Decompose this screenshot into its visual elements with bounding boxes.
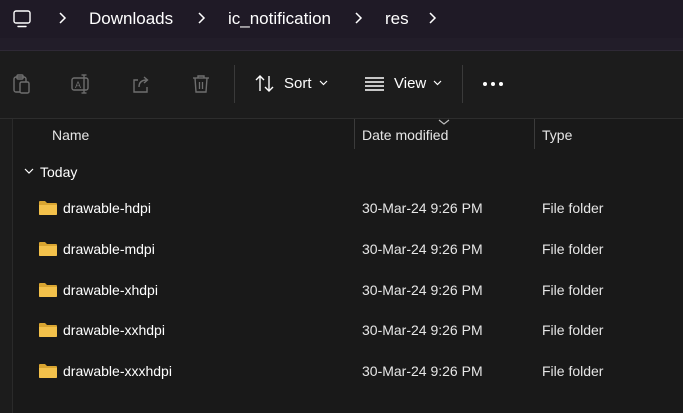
file-type: File folder <box>542 322 604 338</box>
navigation-pane-edge <box>0 119 13 413</box>
file-type: File folder <box>542 363 604 379</box>
sort-button[interactable]: Sort <box>254 69 334 99</box>
delete-icon[interactable] <box>190 73 212 95</box>
column-header-type[interactable]: Type <box>542 126 572 144</box>
folder-icon <box>39 201 57 215</box>
breadcrumb-item-downloads[interactable]: Downloads <box>89 8 173 30</box>
file-date: 30-Mar-24 9:26 PM <box>362 363 483 379</box>
file-name: drawable-xhdpi <box>63 282 158 298</box>
view-button[interactable]: View <box>364 69 446 99</box>
share-icon[interactable] <box>130 73 152 95</box>
more-dots-icon[interactable] <box>480 75 506 93</box>
group-label: Today <box>40 164 78 180</box>
breadcrumb-item-ic-notification[interactable]: ic_notification <box>228 8 331 30</box>
file-name: drawable-hdpi <box>63 200 151 216</box>
file-type: File folder <box>542 241 604 257</box>
view-icon <box>365 77 384 91</box>
list-item[interactable]: drawable-xxhdpi 30-Mar-24 9:26 PM File f… <box>22 310 682 348</box>
list-item[interactable]: drawable-hdpi 30-Mar-24 9:26 PM File fol… <box>22 188 682 226</box>
address-bar-strip <box>0 38 683 50</box>
column-separator[interactable] <box>354 119 355 149</box>
file-date: 30-Mar-24 9:26 PM <box>362 241 483 257</box>
sort-label: Sort <box>284 75 312 92</box>
view-label: View <box>394 75 427 92</box>
rename-icon[interactable]: A <box>70 73 92 95</box>
sort-indicator-icon <box>438 119 450 125</box>
file-name: drawable-xxhdpi <box>63 322 165 338</box>
chevron-right-icon[interactable] <box>195 8 209 28</box>
column-separator[interactable] <box>534 119 535 149</box>
file-date: 30-Mar-24 9:26 PM <box>362 282 483 298</box>
paste-icon[interactable] <box>10 73 32 95</box>
chevron-right-icon[interactable] <box>352 8 366 28</box>
breadcrumb-item-res[interactable]: res <box>385 8 409 30</box>
address-bar[interactable]: Downloads ic_notification res <box>0 0 683 38</box>
computer-icon[interactable] <box>12 9 32 29</box>
folder-icon <box>39 323 57 337</box>
column-header-name[interactable]: Name <box>52 126 89 144</box>
chevron-down-icon <box>319 80 328 86</box>
file-date: 30-Mar-24 9:26 PM <box>362 200 483 216</box>
list-item[interactable]: drawable-mdpi 30-Mar-24 9:26 PM File fol… <box>22 229 682 267</box>
file-date: 30-Mar-24 9:26 PM <box>362 322 483 338</box>
list-item[interactable]: drawable-xhdpi 30-Mar-24 9:26 PM File fo… <box>22 270 682 308</box>
folder-icon <box>39 364 57 378</box>
chevron-right-icon[interactable] <box>426 8 440 28</box>
column-header-date-modified[interactable]: Date modified <box>362 126 448 144</box>
folder-icon <box>39 242 57 256</box>
chevron-down-icon <box>24 168 34 174</box>
list-item[interactable]: drawable-xxxhdpi 30-Mar-24 9:26 PM File … <box>22 351 682 389</box>
sort-icon <box>255 75 274 92</box>
toolbar-divider <box>234 65 235 103</box>
file-type: File folder <box>542 200 604 216</box>
command-bar: A Sort View <box>0 51 683 118</box>
file-name: drawable-xxxhdpi <box>63 363 172 379</box>
chevron-down-icon <box>433 80 442 86</box>
file-type: File folder <box>542 282 604 298</box>
toolbar-divider <box>462 65 463 103</box>
folder-icon <box>39 283 57 297</box>
svg-text:A: A <box>75 80 81 90</box>
chevron-right-icon[interactable] <box>56 8 70 28</box>
file-list: Name Date modified Type Today drawable-h… <box>0 119 683 413</box>
file-name: drawable-mdpi <box>63 241 155 257</box>
